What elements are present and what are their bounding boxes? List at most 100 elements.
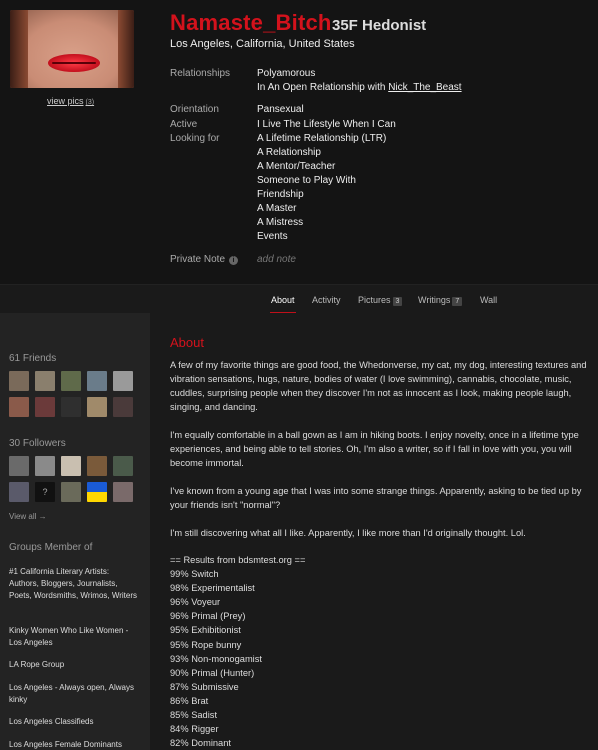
friends-grid	[9, 371, 133, 417]
tab-wall-label: Wall	[480, 295, 498, 305]
looking-for-item: A Mentor/Teacher	[257, 161, 336, 172]
group-link[interactable]: Los Angeles - Always open, Always kinky	[9, 682, 139, 706]
tab-pictures-label: Pictures	[358, 295, 391, 305]
result-item: 95% Rope bunny	[170, 639, 242, 650]
result-item: 96% Voyeur	[170, 597, 221, 608]
looking-for-item: A Relationship	[257, 147, 321, 158]
follower-avatar[interactable]	[9, 456, 29, 476]
tab-about-label: About	[271, 295, 295, 305]
info-icon[interactable]: i	[229, 256, 239, 265]
result-item: 82% Dominant	[170, 738, 231, 749]
looking-for-label: Looking for	[170, 133, 220, 144]
followers-grid: ?	[9, 456, 133, 502]
friend-avatar[interactable]	[113, 371, 133, 391]
private-note-input[interactable]: add note	[257, 254, 296, 265]
sidebar: 61 Friends 30 Followers ? View all → Gro…	[0, 313, 150, 750]
profile-header: view pics (3) Namaste_Bitch 35F Hedonist …	[0, 0, 598, 284]
result-item: 85% Sadist	[170, 710, 218, 721]
followers-title[interactable]: 30 Followers	[9, 438, 66, 449]
group-link[interactable]: Los Angeles Female Dominants	[9, 739, 139, 750]
follower-avatar[interactable]	[87, 482, 107, 502]
tab-about[interactable]: About	[271, 295, 295, 305]
main-content: About A few of my favorite things are go…	[150, 313, 598, 750]
friend-avatar[interactable]	[35, 397, 55, 417]
result-item: 87% Submissive	[170, 681, 239, 692]
relationship-prefix: In An Open Relationship with	[257, 82, 386, 93]
friend-avatar[interactable]	[61, 397, 81, 417]
looking-for-item: Friendship	[257, 189, 304, 200]
looking-for-item: Someone to Play With	[257, 175, 356, 186]
tab-writings-label: Writings	[418, 295, 451, 305]
group-link[interactable]: LA Rope Group	[9, 659, 139, 671]
profile-avatar[interactable]	[10, 10, 134, 88]
view-all-link[interactable]: View all →	[9, 512, 47, 521]
username: Namaste_Bitch	[170, 10, 332, 35]
view-pics-link[interactable]: view pics (3)	[47, 96, 94, 106]
view-pics-label: view pics	[47, 96, 84, 106]
friend-avatar[interactable]	[9, 397, 29, 417]
view-pics-count: (3)	[85, 99, 95, 106]
looking-for-item: A Lifetime Relationship (LTR)	[257, 133, 387, 144]
looking-for-item: Events	[257, 231, 288, 242]
follower-avatar[interactable]	[113, 456, 133, 476]
friend-avatar[interactable]	[87, 371, 107, 391]
pictures-count-badge: 3	[392, 297, 403, 306]
follower-avatar[interactable]	[35, 456, 55, 476]
result-item: 93% Non-monogamist	[170, 653, 262, 664]
friend-avatar[interactable]	[9, 371, 29, 391]
results-header: == Results from bdsmtest.org ==	[170, 555, 306, 565]
follower-avatar[interactable]: ?	[35, 482, 55, 502]
result-item: 98% Experimentalist	[170, 583, 255, 594]
active-value: I Live The Lifestyle When I Can	[257, 119, 396, 130]
about-paragraph: I'm equally comfortable in a ball gown a…	[170, 430, 579, 468]
friend-avatar[interactable]	[113, 397, 133, 417]
friend-avatar[interactable]	[61, 371, 81, 391]
writings-count-badge: 7	[452, 297, 463, 306]
avatar-lip-line	[52, 62, 96, 64]
result-item: 96% Primal (Prey)	[170, 611, 246, 622]
result-item: 86% Brat	[170, 695, 209, 706]
tab-pictures[interactable]: Pictures 3	[358, 295, 403, 306]
friend-avatar[interactable]	[87, 397, 107, 417]
private-note-text: Private Note	[170, 254, 226, 265]
partner-link[interactable]: Nick_The_Beast	[388, 82, 461, 93]
tab-activity[interactable]: Activity	[312, 295, 341, 305]
about-title: About	[170, 335, 204, 350]
user-location: Los Angeles, California, United States	[170, 38, 355, 50]
follower-avatar[interactable]	[61, 456, 81, 476]
result-item: 95% Exhibitionist	[170, 625, 241, 636]
active-label: Active	[170, 119, 198, 130]
looking-for-item: A Mistress	[257, 217, 304, 228]
about-paragraph: A few of my favorite things are good foo…	[170, 360, 587, 412]
avatar-hair-right	[118, 10, 134, 88]
about-paragraph: I've known from a young age that I was i…	[170, 486, 582, 510]
relationship-status: Polyamorous	[257, 68, 316, 79]
tab-activity-label: Activity	[312, 295, 341, 305]
follower-avatar[interactable]	[61, 482, 81, 502]
tab-writings[interactable]: Writings 7	[418, 295, 463, 306]
private-note-label: Private Note i	[170, 254, 239, 265]
user-info: 35F Hedonist	[332, 17, 427, 34]
group-link[interactable]: #1 California Literary Artists: Authors,…	[9, 566, 139, 602]
relationships-label: Relationships	[170, 68, 231, 79]
friends-title[interactable]: 61 Friends	[9, 353, 56, 364]
orientation-value: Pansexual	[257, 104, 304, 115]
orientation-label: Orientation	[170, 104, 219, 115]
follower-avatar[interactable]	[113, 482, 133, 502]
groups-title: Groups Member of	[9, 542, 93, 553]
avatar-hair-left	[10, 10, 28, 88]
friend-avatar[interactable]	[35, 371, 55, 391]
follower-avatar[interactable]	[87, 456, 107, 476]
bdsm-results: == Results from bdsmtest.org == 99% Swit…	[170, 553, 305, 750]
about-paragraph: I'm still discovering what all I like. A…	[170, 528, 526, 538]
tab-wall[interactable]: Wall	[480, 295, 497, 305]
follower-avatar[interactable]	[9, 482, 29, 502]
profile-tabs: About Activity Pictures 3 Writings 7 Wall	[0, 284, 598, 314]
group-link[interactable]: Kinky Women Who Like Women - Los Angeles	[9, 625, 139, 649]
looking-for-item: A Master	[257, 203, 297, 214]
result-item: 90% Primal (Hunter)	[170, 667, 255, 678]
result-item: 99% Switch	[170, 569, 219, 580]
relationship-open: In An Open Relationship with Nick_The_Be…	[257, 82, 462, 93]
result-item: 84% Rigger	[170, 724, 219, 735]
group-link[interactable]: Los Angeles Classifieds	[9, 716, 139, 728]
